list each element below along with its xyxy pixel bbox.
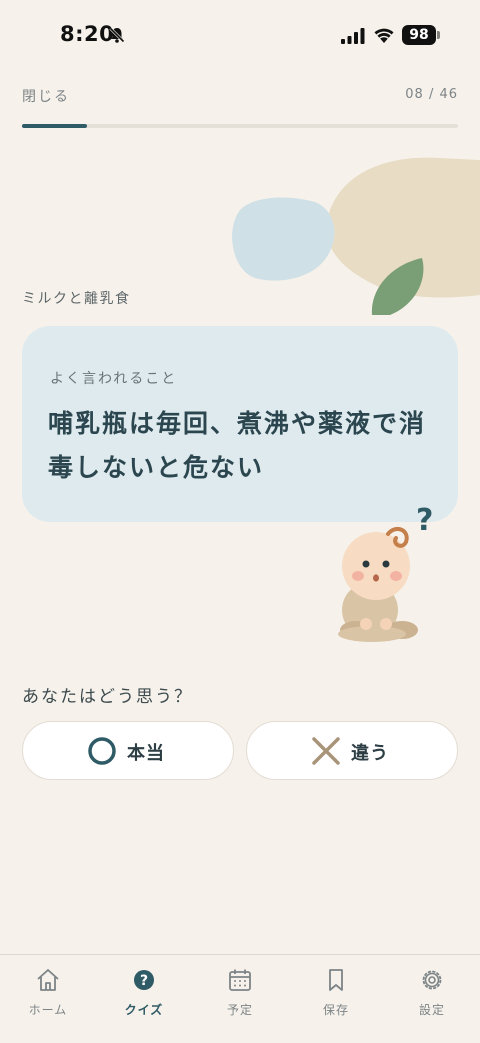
tab-saved-label: 保存 <box>322 1003 349 1017</box>
home-icon <box>37 969 59 991</box>
tab-settings[interactable]: 設定 <box>384 967 480 1027</box>
progress-bar <box>22 124 458 128</box>
tab-quiz[interactable]: ? クイズ <box>96 967 192 1027</box>
false-button[interactable]: 違う <box>246 721 458 780</box>
tab-home-label: ホーム <box>28 1003 68 1017</box>
battery-indicator: 98 <box>402 25 436 45</box>
statement-card: よく言われること 哺乳瓶は毎回、煮沸や薬液で消毒しないと危ない <box>22 326 458 522</box>
battery-level: 98 <box>409 27 429 43</box>
bookmark-icon <box>329 969 343 991</box>
bell-muted-icon <box>109 27 125 43</box>
svg-text:?: ? <box>416 503 433 538</box>
wifi-icon <box>374 28 394 43</box>
baby-illustration: ? <box>338 503 433 642</box>
close-button[interactable]: 閉じる <box>22 86 70 106</box>
svg-text:?: ? <box>140 973 148 989</box>
tab-bar: ホーム ? クイズ 予定 保存 設定 <box>0 954 480 1043</box>
circle-icon <box>88 737 116 765</box>
status-bar: 8:20 98 <box>0 0 480 72</box>
category-label: ミルクと離乳食 <box>22 291 131 307</box>
true-button-label: 本当 <box>127 743 165 764</box>
battery-tip <box>437 31 440 39</box>
true-button[interactable]: 本当 <box>22 721 234 780</box>
calendar-icon <box>229 969 251 991</box>
statement-text: 哺乳瓶は毎回、煮沸や薬液で消毒しないと危ない <box>48 409 427 482</box>
gear-icon <box>422 970 442 990</box>
tab-schedule-label: 予定 <box>226 1003 253 1017</box>
tab-quiz-label: クイズ <box>124 1003 164 1017</box>
tab-home[interactable]: ホーム <box>0 967 96 1027</box>
question-prompt: あなたはどう思う？ <box>22 687 193 707</box>
status-time: 8:20 <box>60 22 115 46</box>
tab-settings-label: 設定 <box>418 1003 445 1017</box>
signal-icon <box>341 28 365 44</box>
cross-icon <box>312 737 340 765</box>
card-label: よく言われること <box>50 371 178 387</box>
progress-bar-fill <box>22 124 88 128</box>
false-button-label: 違う <box>351 743 389 764</box>
tab-saved[interactable]: 保存 <box>288 967 384 1027</box>
progress-count: 08 / 46 <box>405 87 458 102</box>
quiz-icon: ? <box>134 970 154 990</box>
tab-schedule[interactable]: 予定 <box>192 967 288 1027</box>
